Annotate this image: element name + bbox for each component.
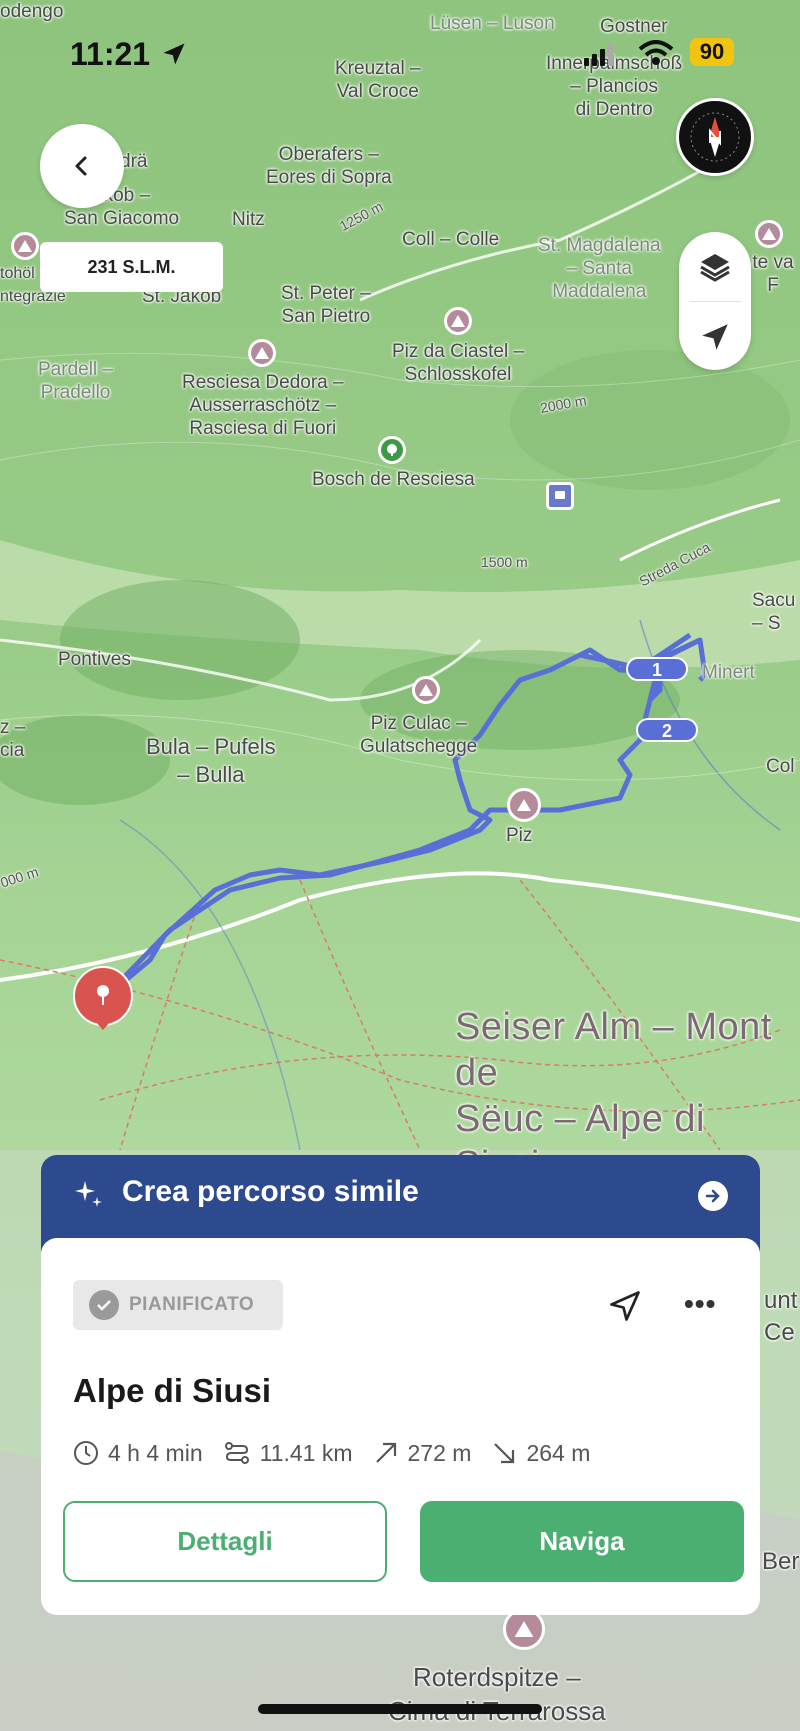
battery-indicator: 90 xyxy=(690,38,734,66)
map-label: Ber xyxy=(762,1548,800,1575)
wifi-icon xyxy=(638,40,674,65)
more-options-button[interactable]: ••• xyxy=(684,1288,716,1320)
tree-icon[interactable] xyxy=(378,436,406,464)
route-waypoint[interactable]: 1 xyxy=(626,657,688,681)
sparkle-icon xyxy=(75,1181,102,1207)
locate-button[interactable] xyxy=(679,302,751,371)
map-label: Minert xyxy=(702,662,755,683)
descent-icon xyxy=(491,1440,517,1466)
map-label: odengo xyxy=(0,1,64,22)
route-stats: 4 h 4 min 11.41 km 272 m 264 m xyxy=(73,1436,610,1470)
status-time: 11:21 xyxy=(70,36,151,72)
map-label: St. Peter – San Pietro xyxy=(281,283,371,327)
compass-button[interactable] xyxy=(676,98,754,176)
clock-icon xyxy=(73,1440,99,1466)
details-button[interactable]: Dettagli xyxy=(63,1501,387,1582)
status-badge-label: PIANIFICATO xyxy=(129,1294,255,1315)
map-label: te va F xyxy=(752,252,794,296)
navigation-arrow-icon xyxy=(702,323,728,350)
map-label: Oberafers – Eores di Sopra xyxy=(266,144,392,188)
map-label: Col xyxy=(766,756,795,777)
arrow-right-icon xyxy=(698,1181,728,1211)
route-ascent: 272 m xyxy=(407,1439,472,1466)
cable-car-icon[interactable] xyxy=(546,482,574,510)
ascent-icon xyxy=(373,1440,399,1466)
map-label: St. Magdalena – Santa Maddalena xyxy=(538,235,661,302)
map-label: Coll – Colle xyxy=(402,229,500,250)
back-button[interactable] xyxy=(40,124,124,208)
map-label: Resciesa Dedora – Ausserraschötz – Rasci… xyxy=(182,372,344,439)
compass-icon xyxy=(690,112,740,162)
status-bar: 11:21 90 xyxy=(0,30,800,80)
map-label: Pardell – Pradello xyxy=(38,359,113,403)
route-distance: 11.41 km xyxy=(259,1439,353,1466)
route-duration: 4 h 4 min xyxy=(108,1439,203,1466)
route-waypoint[interactable]: 2 xyxy=(636,718,698,742)
check-icon xyxy=(89,1290,119,1320)
map-label: Bula – Pufels – Bulla xyxy=(146,734,276,787)
map-label: Piz Culac – Gulatschegge xyxy=(360,713,478,757)
map-label: Piz da Ciastel – Schlosskofel xyxy=(392,341,525,385)
distance-icon xyxy=(223,1440,251,1466)
elevation-label: 231 S.L.M. xyxy=(40,242,223,292)
map-label: Sacu – S xyxy=(752,590,796,634)
banner-label: Crea percorso simile xyxy=(122,1175,419,1208)
route-descent: 264 m xyxy=(526,1439,591,1466)
map-label: drä xyxy=(120,151,148,172)
map-label: Piz xyxy=(506,825,533,846)
peak-icon[interactable] xyxy=(248,339,276,367)
map-label: Bosch de Resciesa xyxy=(312,469,475,490)
map-label: 1500 m xyxy=(481,554,528,570)
share-icon[interactable] xyxy=(607,1288,643,1324)
peak-icon[interactable] xyxy=(412,676,440,704)
location-arrow-icon xyxy=(163,43,185,65)
signal-icon xyxy=(584,44,613,66)
peak-icon[interactable] xyxy=(755,220,783,248)
peak-icon[interactable] xyxy=(507,788,541,822)
status-badge: PIANIFICATO xyxy=(73,1280,283,1330)
start-pin-icon[interactable] xyxy=(72,966,134,1030)
map-controls xyxy=(679,232,751,370)
chevron-left-icon xyxy=(75,156,87,176)
home-indicator[interactable] xyxy=(258,1704,542,1714)
navigate-button[interactable]: Naviga xyxy=(420,1501,744,1582)
layers-icon xyxy=(700,253,730,282)
map-label: unt Ce xyxy=(764,1287,798,1346)
layers-button[interactable] xyxy=(679,232,751,301)
map-label: Roterdspitze – Cima di Terrarossa xyxy=(388,1662,606,1726)
map-label: Pontives xyxy=(58,649,131,670)
route-card: PIANIFICATO ••• Alpe di Siusi 4 h 4 min … xyxy=(41,1238,760,1615)
route-title: Alpe di Siusi xyxy=(73,1372,272,1409)
map-label: Nitz xyxy=(232,209,265,230)
peak-icon[interactable] xyxy=(444,307,472,335)
peak-icon[interactable] xyxy=(11,232,39,260)
map-label: z – cia xyxy=(0,717,26,761)
